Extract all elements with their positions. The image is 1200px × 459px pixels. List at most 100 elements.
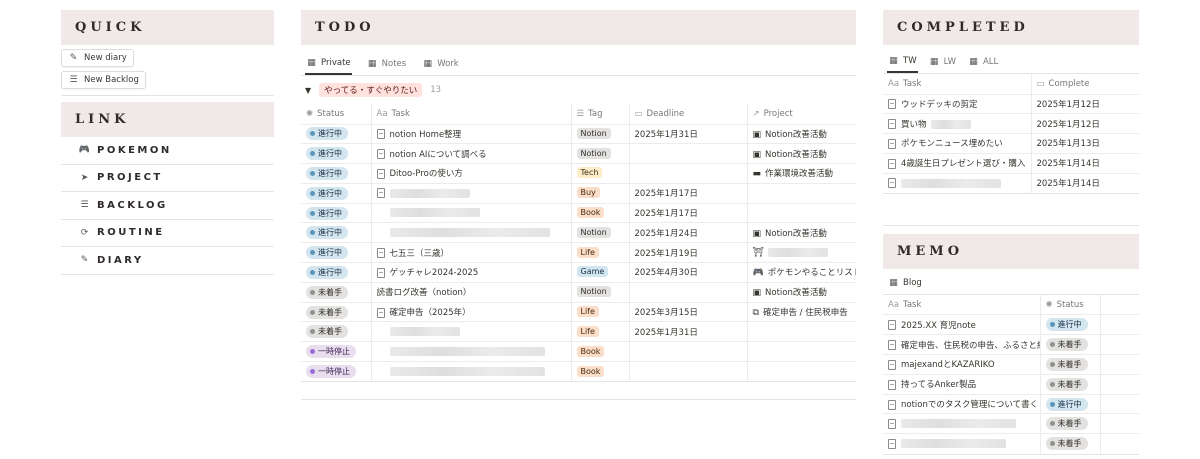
table-row[interactable]: majexandとKAZARIKO 未着手	[883, 354, 1139, 375]
tab-work[interactable]: ▦ Work	[421, 53, 460, 75]
table-row[interactable]: 未着手 確定申告（2025年） Life 2025年3月15日 ⧉ 確定申告 / 住民税申…	[301, 301, 856, 322]
column-complete[interactable]: ▭ Complete	[1030, 74, 1139, 94]
tab-all[interactable]: ▦ ALL	[967, 51, 999, 73]
tag-cell[interactable]: Notion	[570, 281, 629, 303]
status-cell[interactable]: 進行中	[301, 242, 371, 263]
deadline-cell[interactable]: 2025年1月19日	[628, 242, 747, 263]
deadline-cell[interactable]: 2025年1月24日	[628, 222, 747, 243]
task-cell[interactable]: 買い物	[883, 113, 1031, 134]
project-cell[interactable]: ▬ 作業環境改善活動	[746, 163, 856, 184]
status-cell[interactable]: 未着手	[301, 321, 371, 342]
table-row[interactable]: 持ってるAnker製品 未着手	[883, 373, 1139, 395]
project-cell[interactable]: 🎮 ポケモンやることリスト	[746, 262, 856, 283]
tag-cell[interactable]: Life	[570, 301, 629, 322]
column-status[interactable]: ✺ Status	[301, 104, 371, 124]
tag-cell[interactable]: Life	[570, 242, 629, 263]
status-cell[interactable]: 進行中	[1039, 314, 1100, 335]
task-cell[interactable]	[883, 172, 1031, 193]
project-cell[interactable]	[746, 321, 856, 342]
task-cell[interactable]: majexandとKAZARIKO	[883, 354, 1040, 375]
deadline-cell[interactable]	[628, 361, 747, 382]
table-row[interactable]: 未着手	[883, 413, 1139, 434]
status-cell[interactable]: 進行中	[301, 222, 371, 243]
status-cell[interactable]: 一時停止	[301, 341, 371, 362]
project-link[interactable]: 作業環境改善活動	[765, 169, 833, 179]
project-link[interactable]: 確定申告 / 住民税申告	[763, 308, 848, 318]
table-row[interactable]: 進行中 Book 2025年1月17日	[301, 202, 856, 223]
deadline-cell[interactable]: 2025年3月15日	[628, 301, 747, 322]
link-item-routine[interactable]: ⟳ ROUTINE	[61, 220, 274, 247]
complete-cell[interactable]: 2025年1月12日	[1030, 93, 1139, 114]
task-cell[interactable]	[370, 182, 571, 204]
task-cell[interactable]	[370, 341, 571, 362]
column-task[interactable]: Aa Task	[883, 295, 1040, 315]
deadline-cell[interactable]: 2025年4月30日	[628, 262, 747, 283]
task-cell[interactable]: 確定申告（2025年）	[370, 301, 571, 322]
task-cell[interactable]	[370, 222, 571, 243]
table-row[interactable]: notionでのタスク管理について書く 進行中	[883, 393, 1139, 414]
new-backlog-button[interactable]: ☰ New Backlog	[61, 71, 146, 89]
complete-cell[interactable]: 2025年1月14日	[1030, 152, 1139, 174]
task-cell[interactable]: notion AIについて調べる	[370, 143, 571, 164]
task-cell[interactable]: ゲッチャレ2024-2025	[370, 262, 571, 283]
task-cell[interactable]	[370, 321, 571, 342]
tag-cell[interactable]: Notion	[570, 222, 629, 243]
table-row[interactable]: 未着手 読書ログ改善（notion） Notion ▣ Notion改善活動	[301, 281, 856, 303]
status-cell[interactable]: 進行中	[301, 163, 371, 184]
table-row[interactable]: 2025年1月14日	[883, 172, 1139, 193]
tab-tw[interactable]: ▦ TW	[887, 51, 918, 73]
link-item-pokemon[interactable]: 🎮 POKEMON	[61, 137, 274, 165]
link-item-project[interactable]: ➤ PROJECT	[61, 165, 274, 192]
deadline-cell[interactable]	[628, 163, 747, 184]
table-row[interactable]: ポケモンニュース埋めたい 2025年1月13日	[883, 133, 1139, 154]
column-task[interactable]: Aa Task	[883, 74, 1031, 94]
tag-cell[interactable]: Game	[570, 262, 629, 283]
table-row[interactable]: 進行中 notion Home整理 Notion 2025年1月31日 ▣ Notion改…	[301, 123, 856, 144]
tag-cell[interactable]: Book	[570, 361, 629, 382]
link-item-diary[interactable]: ✎ DIARY	[61, 247, 274, 275]
deadline-cell[interactable]: 2025年1月31日	[628, 321, 747, 342]
task-cell[interactable]: 読書ログ改善（notion）	[370, 281, 571, 303]
project-cell[interactable]: ▣ Notion改善活動	[746, 281, 856, 303]
column-tag[interactable]: ☰ Tag	[570, 104, 629, 124]
tag-cell[interactable]: Buy	[570, 182, 629, 204]
deadline-cell[interactable]	[628, 341, 747, 362]
task-cell[interactable]	[370, 361, 571, 382]
table-row[interactable]: ウッドデッキの剪定 2025年1月12日	[883, 93, 1139, 114]
column-status[interactable]: ✺ Status	[1039, 294, 1100, 315]
task-cell[interactable]	[883, 433, 1040, 454]
tag-cell[interactable]: Book	[570, 341, 629, 362]
tab-lw[interactable]: ▦ LW	[928, 51, 957, 73]
table-row[interactable]: 進行中 notion AIについて調べる Notion ▣ Notion改善活動	[301, 143, 856, 164]
table-row[interactable]: 未着手	[883, 433, 1139, 454]
deadline-cell[interactable]	[628, 143, 747, 164]
table-row[interactable]: 2025.XX 育児note 進行中	[883, 314, 1139, 335]
project-cell[interactable]	[746, 202, 856, 223]
task-cell[interactable]: 4歳誕生日プレゼント選び・購入	[883, 152, 1031, 174]
status-cell[interactable]: 未着手	[1039, 354, 1100, 375]
project-cell[interactable]: ⛩	[746, 242, 856, 263]
deadline-cell[interactable]: 2025年1月17日	[628, 182, 747, 204]
task-cell[interactable]: Ditoo-Proの使い方	[370, 163, 571, 184]
tag-cell[interactable]: Book	[570, 202, 629, 223]
table-row[interactable]: 未着手 Life 2025年1月31日	[301, 321, 856, 342]
project-cell[interactable]: ⧉ 確定申告 / 住民税申告	[746, 301, 856, 322]
tab-blog[interactable]: ▦ Blog	[887, 272, 923, 294]
group-header[interactable]: ▼ やってる・すぐやりたい 13	[301, 76, 856, 104]
task-cell[interactable]: notionでのタスク管理について書く	[883, 393, 1040, 414]
project-cell[interactable]	[746, 361, 856, 382]
table-row[interactable]: 一時停止 Book	[301, 341, 856, 362]
column-project[interactable]: ↗ Project	[746, 104, 856, 124]
task-cell[interactable]	[883, 413, 1040, 434]
complete-cell[interactable]: 2025年1月13日	[1030, 133, 1139, 154]
task-cell[interactable]: 七五三（三歳）	[370, 242, 571, 263]
project-cell[interactable]	[746, 341, 856, 362]
task-cell[interactable]: ウッドデッキの剪定	[883, 93, 1031, 114]
task-cell[interactable]: 2025.XX 育児note	[883, 314, 1040, 335]
tag-cell[interactable]: Notion	[570, 123, 629, 144]
column-deadline[interactable]: ▭ Deadline	[628, 104, 747, 124]
new-diary-button[interactable]: ✎ New diary	[61, 49, 134, 67]
project-cell[interactable]	[746, 182, 856, 204]
task-cell[interactable]: 持ってるAnker製品	[883, 373, 1040, 395]
column-task[interactable]: Aa Task	[370, 104, 571, 124]
